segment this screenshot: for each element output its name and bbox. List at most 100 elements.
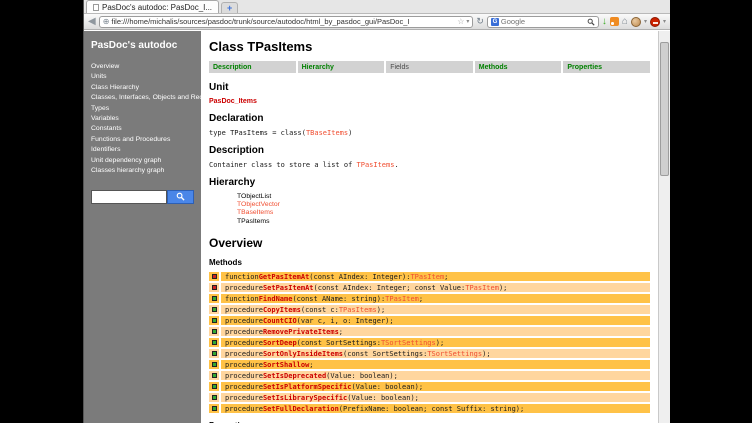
web-search-input[interactable] xyxy=(501,17,585,26)
bookmark-star-icon[interactable]: ☆ xyxy=(457,17,464,26)
type-link[interactable]: TPasItems xyxy=(357,161,395,169)
public-marker-icon xyxy=(212,296,217,301)
sidebar-item[interactable]: Classes, Interfaces, Objects and Records xyxy=(91,94,194,101)
rss-icon[interactable] xyxy=(610,17,619,26)
section-nav: DescriptionHierarchyFieldsMethodsPropert… xyxy=(209,61,650,73)
sidebar-item[interactable]: Unit dependency graph xyxy=(91,157,194,164)
table-row: function GetPasItemAt(const AIndex: Inte… xyxy=(209,272,650,282)
type-link[interactable]: TPasItems xyxy=(339,306,377,314)
adblock-icon[interactable] xyxy=(650,17,660,27)
methods-heading: Methods xyxy=(209,258,650,267)
sidebar-search-button[interactable] xyxy=(167,190,194,204)
code-text: (Value: boolean); xyxy=(351,383,423,391)
member-code-cell: procedure SortOnlyInsideItems(const Sort… xyxy=(221,349,650,359)
type-link[interactable]: TPasItem xyxy=(385,295,419,303)
member-code-cell: procedure SetFullDeclaration(PrefixName:… xyxy=(221,404,650,414)
download-icon[interactable]: ↓ xyxy=(602,17,607,27)
public-marker-icon xyxy=(212,329,217,334)
greasemonkey-icon[interactable] xyxy=(631,17,641,27)
nav-cell-hierarchy[interactable]: Hierarchy xyxy=(298,61,385,73)
member-code-cell: function FindName(const AName: string): … xyxy=(221,294,650,304)
protected-marker-icon xyxy=(212,274,217,279)
unit-link[interactable]: PasDoc_Items xyxy=(209,98,650,105)
url-text[interactable]: file:///home/michalis/sources/pasdoc/tru… xyxy=(111,17,455,26)
addon-dropdown-icon[interactable]: ▾ xyxy=(644,18,647,25)
sidebar-item[interactable]: Overview xyxy=(91,63,194,70)
code-text: procedure xyxy=(225,328,263,336)
nav-cell-description[interactable]: Description xyxy=(209,61,296,73)
member-name-link[interactable]: FindName xyxy=(259,295,293,303)
sidebar-magnifier-icon xyxy=(176,192,185,201)
url-bar[interactable]: ⊕ file:///home/michalis/sources/pasdoc/t… xyxy=(99,16,474,28)
sidebar-item[interactable]: Types xyxy=(91,105,194,112)
scrollbar-thumb[interactable] xyxy=(660,42,669,176)
code-text: ); xyxy=(436,339,444,347)
visibility-cell xyxy=(209,404,219,414)
member-code-cell: function GetPasItemAt(const AIndex: Inte… xyxy=(221,272,650,282)
type-link[interactable]: TSortSettings xyxy=(427,350,482,358)
type-link[interactable]: TPasItem xyxy=(465,284,499,292)
sidebar-item[interactable]: Units xyxy=(91,73,194,80)
hierarchy-link[interactable]: TObjectVector xyxy=(237,201,650,209)
visibility-cell xyxy=(209,283,219,293)
sidebar-title: PasDoc's autodoc xyxy=(91,40,194,51)
sidebar-item[interactable]: Variables xyxy=(91,115,194,122)
member-name-link[interactable]: CountCIO xyxy=(263,317,297,325)
member-name-link[interactable]: RemovePrivateItems xyxy=(263,328,339,336)
member-code-cell: procedure CountCIO(var c, i, o: Integer)… xyxy=(221,316,650,326)
description-heading: Description xyxy=(209,145,650,156)
member-name-link[interactable]: SetIsDeprecated xyxy=(263,372,326,380)
document-content: Class TPasItems DescriptionHierarchyFiel… xyxy=(201,31,658,423)
sidebar-item[interactable]: Classes hierarchy graph xyxy=(91,167,194,174)
navigation-toolbar: ◀ ⊕ file:///home/michalis/sources/pasdoc… xyxy=(84,14,670,30)
table-row: procedure SortDeep(const SortSettings: T… xyxy=(209,338,650,348)
search-bar[interactable]: G xyxy=(487,16,599,28)
code-text: ; xyxy=(309,361,313,369)
hierarchy-item: TObjectList xyxy=(237,193,650,201)
member-name-link[interactable]: GetPasItemAt xyxy=(259,273,310,281)
search-engine-icon[interactable]: G xyxy=(491,18,499,26)
visibility-cell xyxy=(209,338,219,348)
member-name-link[interactable]: SetIsLibrarySpecific xyxy=(263,394,347,402)
sidebar-search-input[interactable] xyxy=(91,190,167,204)
member-name-link[interactable]: SortShallow xyxy=(263,361,309,369)
table-row: procedure CopyItems(const c: TPasItems); xyxy=(209,305,650,315)
code-text: (Value: boolean); xyxy=(347,394,419,402)
code-text: (PrefixName: boolean; const Suffix: stri… xyxy=(339,405,524,413)
reload-icon[interactable]: ↻ xyxy=(476,16,484,27)
public-marker-icon xyxy=(212,351,217,356)
type-link[interactable]: TPasItem xyxy=(410,273,444,281)
hierarchy-link[interactable]: TBaseItems xyxy=(237,209,650,217)
browser-tab[interactable]: PasDoc's autodoc: PasDoc_I... xyxy=(86,0,219,13)
vertical-scrollbar[interactable] xyxy=(658,31,670,423)
type-link[interactable]: TBaseItems xyxy=(306,129,348,137)
sidebar-item[interactable]: Class Hierarchy xyxy=(91,84,194,91)
member-name-link[interactable]: SortDeep xyxy=(263,339,297,347)
member-name-link[interactable]: CopyItems xyxy=(263,306,301,314)
nav-cell-methods[interactable]: Methods xyxy=(475,61,562,73)
adblock-dropdown-icon[interactable]: ▾ xyxy=(663,18,666,25)
member-name-link[interactable]: SetIsPlatformSpecific xyxy=(263,383,352,391)
type-link[interactable]: TSortSettings xyxy=(381,339,436,347)
member-name-link[interactable]: SetPasItemAt xyxy=(263,284,314,292)
protected-marker-icon xyxy=(212,285,217,290)
back-icon[interactable]: ◀ xyxy=(88,17,96,27)
visibility-cell xyxy=(209,316,219,326)
table-row: procedure SetFullDeclaration(PrefixName:… xyxy=(209,404,650,414)
url-dropdown-icon[interactable]: ▾ xyxy=(466,18,469,25)
visibility-cell xyxy=(209,327,219,337)
code-text: (var c, i, o: Integer); xyxy=(297,317,394,325)
sidebar-item[interactable]: Constants xyxy=(91,125,194,132)
code-text: . xyxy=(394,161,398,169)
search-magnifier-icon[interactable] xyxy=(587,18,595,26)
code-text: procedure xyxy=(225,284,263,292)
code-text: procedure xyxy=(225,339,263,347)
new-tab-button[interactable]: + xyxy=(221,2,238,13)
sidebar-item[interactable]: Functions and Procedures xyxy=(91,136,194,143)
code-text: (const AIndex: Integer; const Value: xyxy=(314,284,466,292)
home-icon[interactable]: ⌂ xyxy=(622,17,628,27)
member-name-link[interactable]: SortOnlyInsideItems xyxy=(263,350,343,358)
sidebar-item[interactable]: Identifiers xyxy=(91,146,194,153)
nav-cell-properties[interactable]: Properties xyxy=(563,61,650,73)
member-name-link[interactable]: SetFullDeclaration xyxy=(263,405,339,413)
